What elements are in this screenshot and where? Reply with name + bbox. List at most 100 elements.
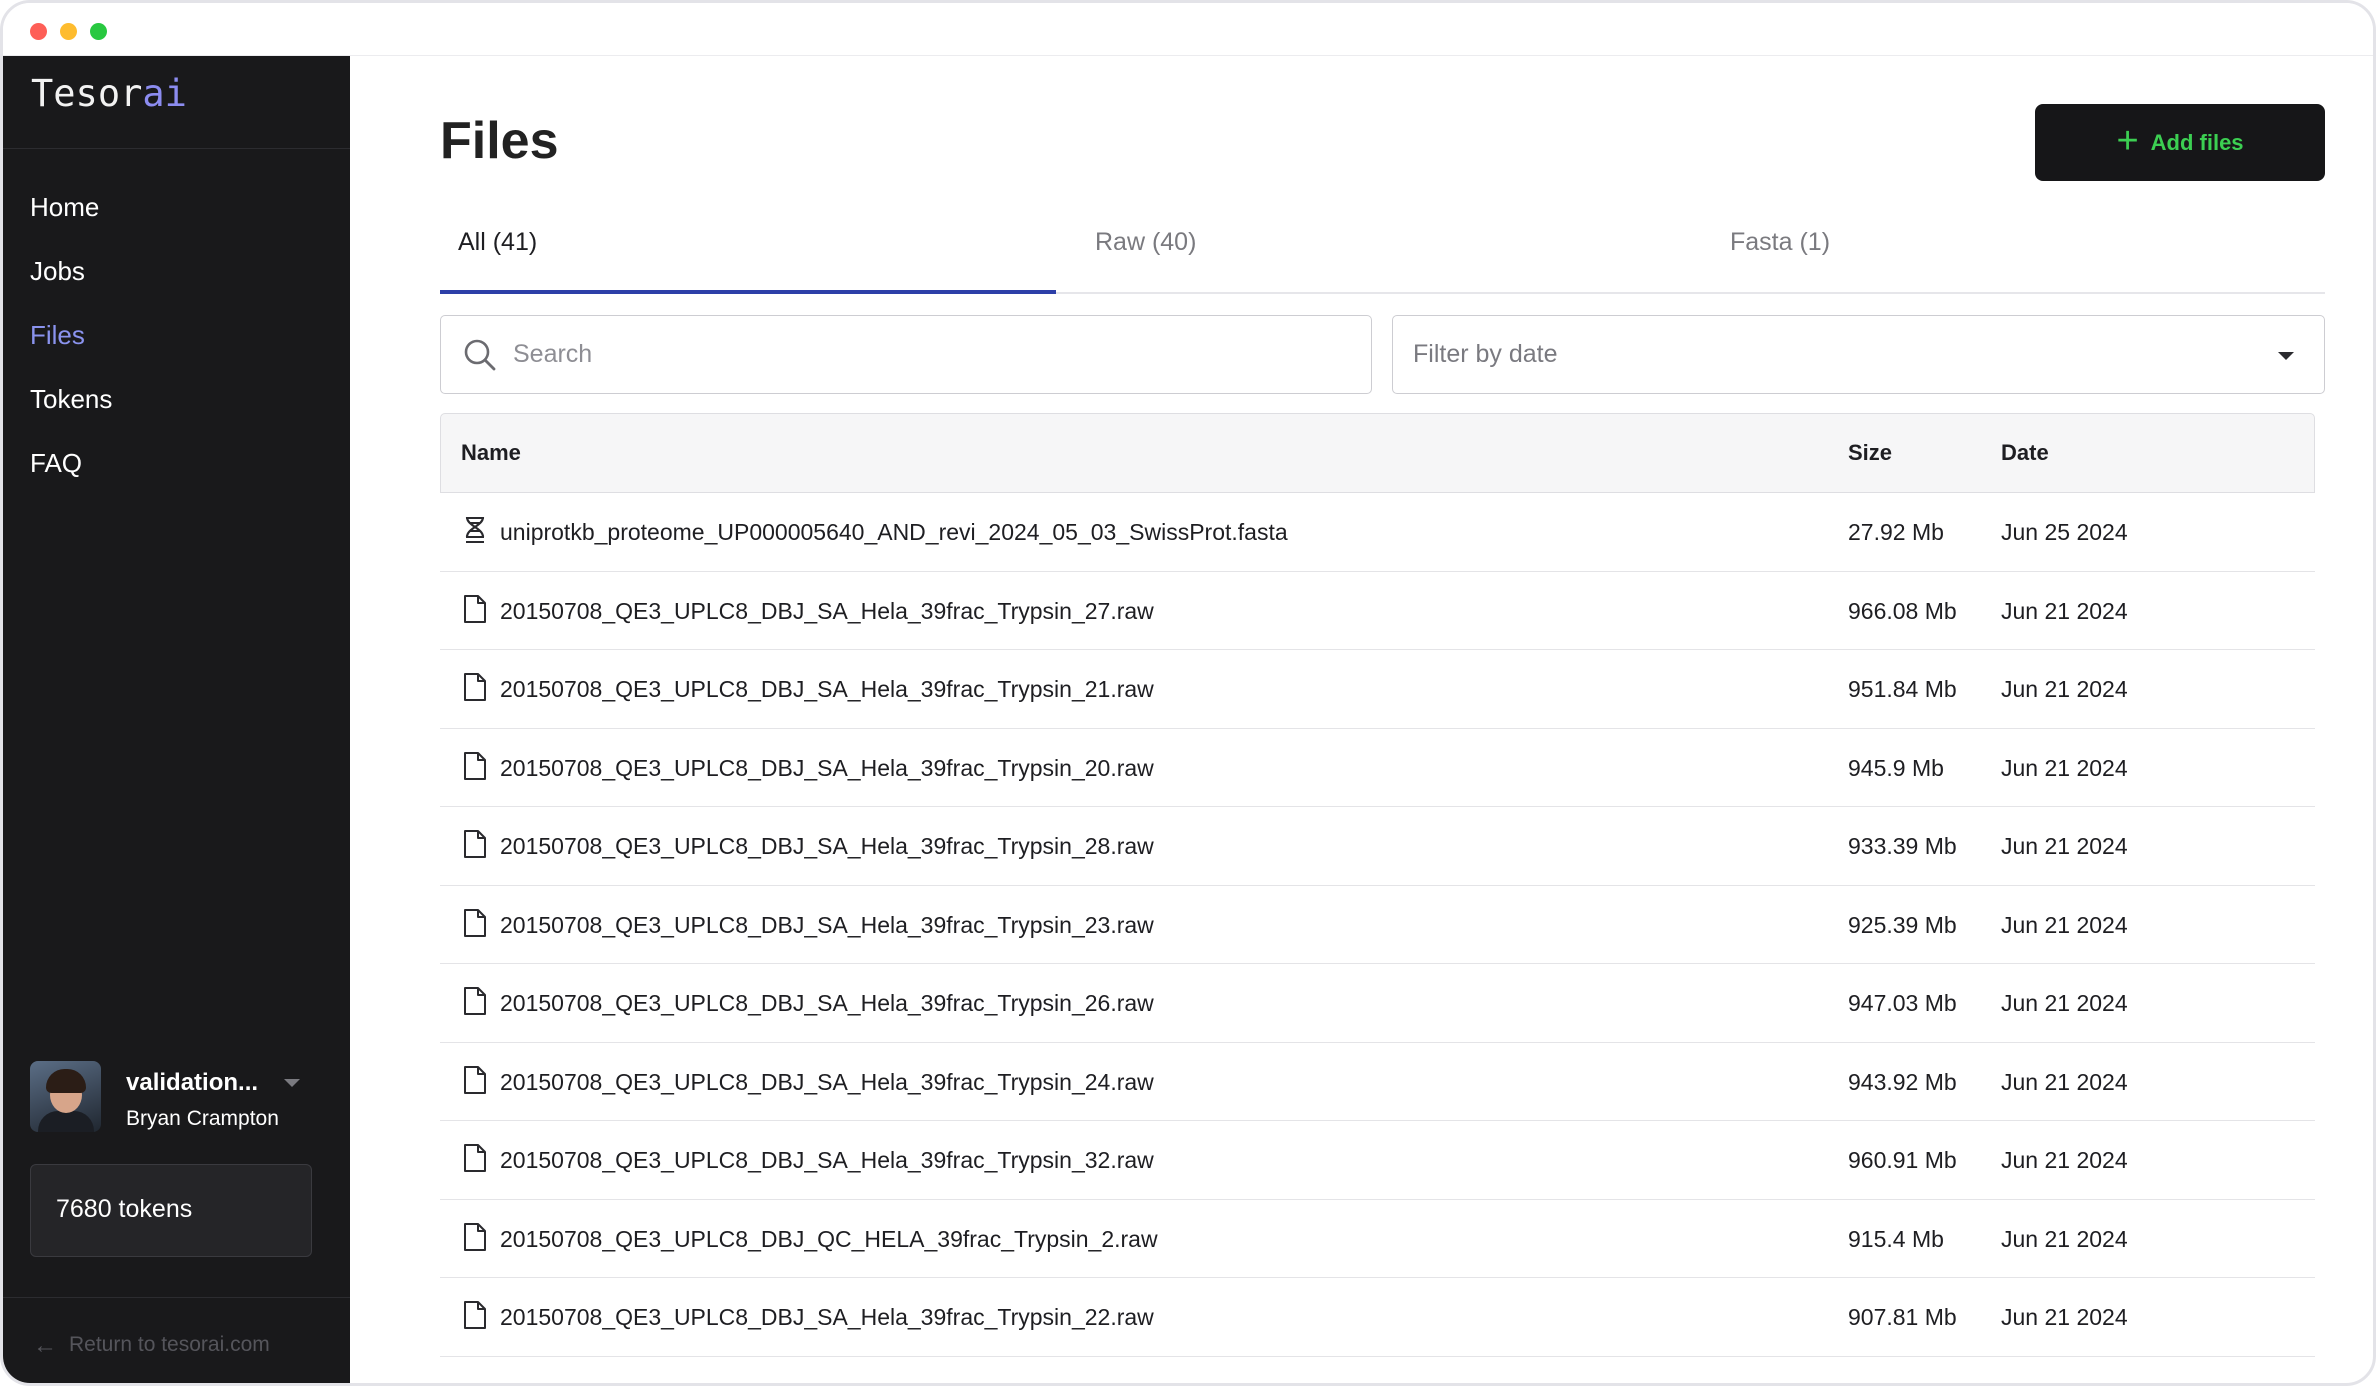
user-menu[interactable]: validation... Bryan Crampton (30, 1061, 330, 1136)
caret-down-icon (2278, 352, 2294, 360)
table-row[interactable]: 20150708_QE3_UPLC8_DBJ_SA_Hela_39frac_Tr… (440, 650, 2315, 729)
table-row[interactable]: 20150708_QE3_UPLC8_DBJ_SA_Hela_39frac_Tr… (440, 1278, 2315, 1357)
file-name: 20150708_QE3_UPLC8_DBJ_SA_Hela_39frac_Tr… (500, 1068, 1154, 1095)
files-table: Name Size Date uniprotkb_proteome_UP0000… (440, 413, 2315, 1383)
minimize-window-button[interactable] (60, 23, 77, 40)
arrow-left-icon: ← (33, 1332, 57, 1359)
file-name: 20150708_QE3_UPLC8_DBJ_SA_Hela_39frac_Tr… (500, 754, 1154, 781)
sidebar-item-jobs[interactable]: Jobs (30, 256, 85, 287)
file-size: 907.81 Mb (1848, 1304, 1957, 1330)
file-icon (464, 908, 486, 937)
file-icon (464, 1301, 486, 1329)
table-row[interactable]: 20150708_QE3_UPLC8_DBJ_SA_Hela_39frac_Tr… (440, 964, 2315, 1043)
app-logo[interactable]: Tesorai (31, 72, 187, 115)
page-title: Files (440, 112, 559, 170)
file-icon (464, 1065, 486, 1094)
table-row[interactable]: 20150708_QE3_UPLC8_DBJ_SA_Hela_39frac_Tr… (440, 572, 2315, 650)
return-link-label: Return to tesorai.com (69, 1333, 270, 1356)
search-icon (464, 339, 496, 371)
file-type-tabs: All (41) Raw (40) Fasta (1) (440, 206, 2325, 294)
file-size: 915.4 Mb (1848, 1225, 1944, 1252)
file-size: 947.03 Mb (1848, 990, 1957, 1016)
file-date: Jun 21 2024 (2001, 754, 2128, 781)
logo-text: Tesor (31, 72, 143, 115)
sidebar-item-home[interactable]: Home (30, 192, 99, 223)
sidebar-divider (3, 148, 350, 149)
file-size: 933.39 Mb (1848, 833, 1957, 859)
file-icon (464, 830, 486, 858)
title-bar (3, 3, 2373, 56)
avatar (30, 1061, 101, 1132)
table-row[interactable]: 20150708_QE3_UPLC8_DBJ_SA_Hela_39frac_Tr… (440, 807, 2315, 886)
search-input[interactable] (513, 334, 1333, 374)
add-files-button[interactable]: + Add files (2035, 104, 2325, 181)
file-date: Jun 21 2024 (2001, 676, 2128, 702)
file-date: Jun 21 2024 (2001, 1225, 2128, 1252)
search-box[interactable] (440, 315, 1372, 394)
table-row[interactable]: uniprotkb_proteome_UP000005640_AND_revi_… (440, 493, 2315, 572)
file-icon (464, 987, 486, 1015)
table-row[interactable]: 20150708_QE3_UPLC8_DBJ_SA_Hela_39frac_Tr… (440, 1121, 2315, 1200)
sidebar-item-tokens[interactable]: Tokens (30, 384, 112, 415)
dna-icon (465, 516, 485, 543)
file-name: 20150708_QE3_UPLC8_DBJ_SA_Hela_39frac_Tr… (500, 990, 1154, 1016)
file-name: 20150708_QE3_UPLC8_DBJ_SA_Hela_39frac_Tr… (500, 1304, 1154, 1330)
file-size: 945.9 Mb (1848, 754, 1944, 781)
plus-icon: + (2116, 119, 2139, 162)
file-name: 20150708_QE3_UPLC8_DBJ_SA_Hela_39frac_Tr… (500, 597, 1154, 624)
tab-all[interactable]: All (41) (458, 206, 537, 294)
file-name: 20150708_QE3_UPLC8_DBJ_QC_HELA_39frac_Tr… (500, 1225, 1158, 1252)
file-name: 20150708_QE3_UPLC8_DBJ_SA_Hela_39frac_Tr… (500, 676, 1154, 702)
file-icon (464, 751, 486, 780)
date-filter-select[interactable]: Filter by date (1392, 315, 2325, 394)
add-files-label: Add files (2150, 129, 2244, 155)
close-window-button[interactable] (30, 23, 47, 40)
date-filter-placeholder: Filter by date (1413, 340, 1558, 368)
file-icon (464, 673, 486, 701)
sidebar-item-files[interactable]: Files (30, 320, 85, 351)
column-header-date[interactable]: Date (2001, 440, 2049, 466)
file-name: 20150708_QE3_UPLC8_DBJ_SA_Hela_39frac_Tr… (500, 911, 1154, 938)
file-icon (464, 594, 486, 623)
file-size: 951.84 Mb (1848, 676, 1957, 702)
file-date: Jun 21 2024 (2001, 1147, 2128, 1173)
table-header: Name Size Date (440, 413, 2315, 493)
table-row[interactable]: 20150708_QE3_UPLC8_DBJ_SA_Hela_39frac_Tr… (440, 729, 2315, 807)
maximize-window-button[interactable] (90, 23, 107, 40)
file-date: Jun 25 2024 (2001, 519, 2128, 545)
tab-raw[interactable]: Raw (40) (1095, 206, 1196, 294)
file-icon (464, 1144, 486, 1172)
file-date: Jun 21 2024 (2001, 1304, 2128, 1330)
tab-fasta[interactable]: Fasta (1) (1730, 206, 1830, 294)
file-size: 925.39 Mb (1848, 911, 1957, 938)
column-header-size[interactable]: Size (1848, 440, 1892, 466)
file-date: Jun 21 2024 (2001, 1068, 2128, 1095)
file-icon (464, 1222, 486, 1251)
sidebar-item-faq[interactable]: FAQ (30, 448, 82, 479)
column-header-name[interactable]: Name (461, 440, 521, 466)
logo-accent-text: ai (142, 72, 187, 115)
file-size: 943.92 Mb (1848, 1068, 1957, 1095)
file-size: 27.92 Mb (1848, 519, 1944, 545)
table-row[interactable]: 20150708_QE3_UPLC8_DBJ_SA_Hela_39frac_Tr… (440, 886, 2315, 964)
file-size: 960.91 Mb (1848, 1147, 1957, 1173)
file-size: 966.08 Mb (1848, 597, 1957, 624)
sidebar: Tesorai Home Jobs Files Tokens FAQ valid… (3, 56, 350, 1383)
user-org-name: validation... (126, 1069, 259, 1096)
return-link[interactable]: ← Return to tesorai.com (33, 1332, 270, 1360)
app-window: Tesorai Home Jobs Files Tokens FAQ valid… (0, 0, 2376, 1386)
user-name: Bryan Crampton (126, 1107, 279, 1130)
tokens-balance-label: 7680 tokens (56, 1195, 193, 1223)
file-date: Jun 21 2024 (2001, 833, 2128, 859)
main-content: Files + Add files All (41) Raw (40) Fast… (350, 56, 2373, 1383)
file-date: Jun 21 2024 (2001, 990, 2128, 1016)
file-date: Jun 21 2024 (2001, 597, 2128, 624)
file-name: 20150708_QE3_UPLC8_DBJ_SA_Hela_39frac_Tr… (500, 1147, 1154, 1173)
file-date: Jun 21 2024 (2001, 911, 2128, 938)
tokens-balance[interactable]: 7680 tokens (30, 1164, 312, 1257)
file-name: 20150708_QE3_UPLC8_DBJ_SA_Hela_39frac_Tr… (500, 833, 1154, 859)
table-row[interactable]: 20150708_QE3_UPLC8_DBJ_QC_HELA_39frac_Tr… (440, 1200, 2315, 1278)
chevron-down-icon[interactable] (284, 1079, 300, 1087)
active-tab-indicator (440, 290, 1056, 294)
table-row[interactable]: 20150708_QE3_UPLC8_DBJ_SA_Hela_39frac_Tr… (440, 1043, 2315, 1121)
